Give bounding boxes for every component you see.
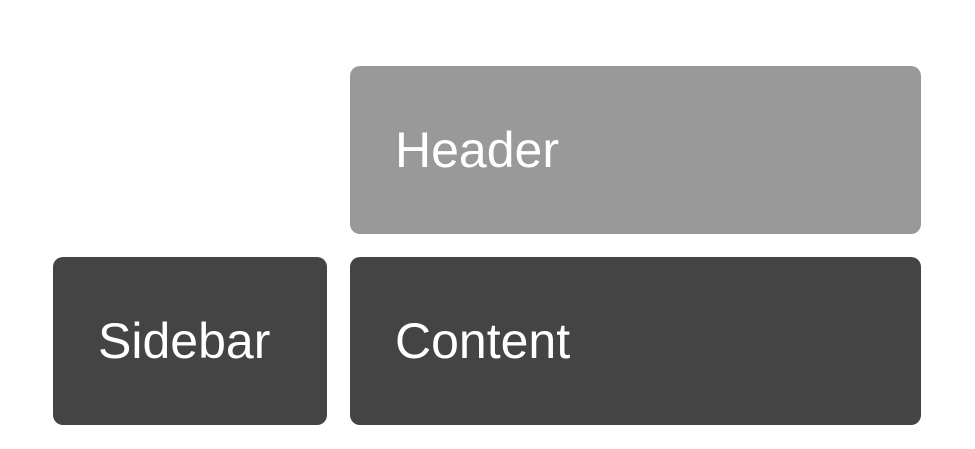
layout-diagram: { "diagram": { "header": { "label": "Hea…: [0, 0, 975, 449]
sidebar-label: Sidebar: [98, 313, 271, 369]
header-region: Header: [350, 66, 921, 234]
header-label: Header: [395, 122, 559, 178]
sidebar-region: Sidebar: [53, 257, 327, 425]
content-label: Content: [395, 313, 571, 369]
content-region: Content: [350, 257, 921, 425]
